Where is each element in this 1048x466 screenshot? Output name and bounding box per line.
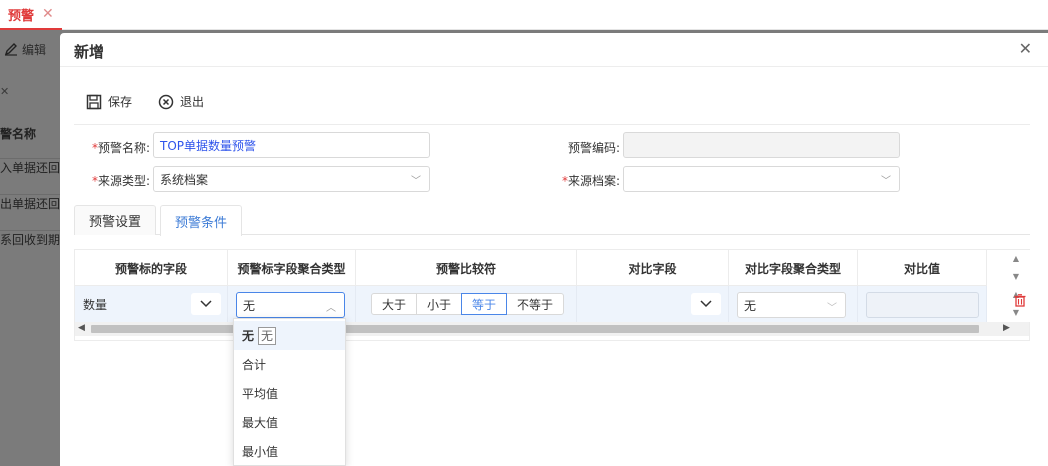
dialog-toolbar: 保存 退出 <box>86 93 204 110</box>
comparator-group: 大于 小于 等于 不等于 <box>371 293 565 315</box>
dialog-title: 新增 <box>74 43 105 61</box>
comparator-not-equal-button[interactable]: 不等于 <box>506 293 565 315</box>
comparator-equal-button[interactable]: 等于 <box>461 293 508 315</box>
exit-label: 退出 <box>180 95 205 109</box>
add-dialog: 新增 ✕ 保存 退出 *预警名称: TOP单据数量预警 预警编码: *来源类型:… <box>60 33 1048 466</box>
alert-name-value: TOP单据数量预警 <box>160 138 257 153</box>
dropdown-option[interactable]: 最小值 <box>234 437 345 466</box>
list-item: 出单据还回预 <box>0 194 60 212</box>
save-button[interactable]: 保存 <box>86 93 132 110</box>
agg-type-dropdown: 无 无 合计 平均值 最大值 最小值 <box>233 318 346 466</box>
save-label: 保存 <box>108 95 133 109</box>
agg-type-select[interactable]: 无 ︿ <box>236 292 345 318</box>
settings-tabs: 预警设置 预警条件 <box>74 205 1030 236</box>
vertical-scrollbar[interactable]: ▲ ▼ ▲ ▼ <box>1001 250 1031 322</box>
alert-code-label: 预警编码: <box>567 141 620 155</box>
agg-type-value: 无 <box>243 298 256 313</box>
dropdown-option[interactable]: 平均值 <box>234 379 345 408</box>
compare-agg-value: 无 <box>744 298 757 313</box>
close-icon: ✕ <box>0 85 10 98</box>
alert-name-label: *预警名称: <box>91 141 150 155</box>
source-archive-label: *来源档案: <box>561 174 620 188</box>
close-circle-icon <box>158 94 174 109</box>
tab-alert-label: 预警 <box>8 8 35 24</box>
compare-field-cell[interactable] <box>577 286 729 322</box>
trash-icon <box>1014 294 1026 307</box>
source-type-label: *来源类型: <box>91 174 150 188</box>
alert-code-input <box>623 132 900 158</box>
chevron-down-icon[interactable] <box>691 293 721 315</box>
column-header: 预警标字段聚合类型 <box>228 250 356 286</box>
compare-value-cell <box>858 286 987 322</box>
comparator-greater-button[interactable]: 大于 <box>371 293 418 315</box>
list-item: 入单据还回预 <box>0 158 60 176</box>
table-row: 数量 无 ︿ 大于 小于 等于 不等于 无 ﹀ <box>75 286 987 322</box>
close-icon[interactable]: ✕ <box>42 6 54 22</box>
pencil-icon <box>4 43 17 56</box>
column-header: 预警比较符 <box>356 250 577 286</box>
edit-label: 编辑 <box>22 42 47 57</box>
chevron-down-icon: ﹀ <box>881 176 891 187</box>
top-tab-strip: 预警 ✕ <box>0 0 1048 30</box>
conditions-grid: 预警标的字段 预警标字段聚合类型 预警比较符 对比字段 对比字段聚合类型 对比值… <box>74 249 1031 341</box>
edit-button: 编辑 <box>0 30 60 68</box>
divider <box>74 124 1030 125</box>
tab-alert[interactable]: 预警 ✕ <box>0 0 62 30</box>
list-item: 系回收到期预 <box>0 230 60 248</box>
compare-value-input[interactable] <box>866 292 979 318</box>
column-header: 对比字段 <box>577 250 729 286</box>
dropdown-option[interactable]: 无 无 <box>234 321 345 350</box>
scroll-down-icon[interactable]: ▼ <box>1001 272 1031 281</box>
dropdown-option[interactable]: 合计 <box>234 350 345 379</box>
scroll-right-icon[interactable]: ▶ <box>1003 323 1010 333</box>
dialog-header: 新增 ✕ <box>60 33 1048 67</box>
chevron-down-icon: ﹀ <box>827 303 837 314</box>
delete-row-button[interactable] <box>1014 294 1026 310</box>
column-header: 预警标的字段 <box>75 250 228 286</box>
source-archive-select[interactable]: ﹀ <box>623 166 900 192</box>
save-icon <box>86 94 102 109</box>
column-header: 对比值 <box>858 250 987 286</box>
chevron-down-icon: ﹀ <box>411 176 421 187</box>
chevron-down-icon[interactable] <box>191 293 221 315</box>
scroll-up-icon[interactable]: ▲ <box>1001 254 1031 263</box>
comparator-less-button[interactable]: 小于 <box>416 293 463 315</box>
tab-alert-conditions[interactable]: 预警条件 <box>160 205 243 236</box>
scrollbar-thumb[interactable] <box>91 325 979 333</box>
tooltip: 无 <box>258 326 277 345</box>
source-type-select[interactable]: 系统档案 ﹀ <box>153 166 430 192</box>
field-value: 数量 <box>83 298 108 312</box>
comparator-cell: 大于 小于 等于 不等于 <box>356 286 577 322</box>
grid-header: 预警标的字段 预警标字段聚合类型 预警比较符 对比字段 对比字段聚合类型 对比值 <box>75 250 987 286</box>
compare-agg-select[interactable]: 无 ﹀ <box>737 292 846 318</box>
exit-button[interactable]: 退出 <box>158 93 204 110</box>
column-header: 警名称 <box>0 127 37 141</box>
tab-alert-settings[interactable]: 预警设置 <box>74 205 157 235</box>
alert-name-input[interactable]: TOP单据数量预警 <box>153 132 430 158</box>
chevron-up-icon: ︿ <box>326 303 336 314</box>
field-cell[interactable]: 数量 <box>75 286 228 322</box>
horizontal-scrollbar[interactable]: ◀ ▶ <box>75 322 1029 336</box>
column-header: 对比字段聚合类型 <box>729 250 858 286</box>
scroll-left-icon[interactable]: ◀ <box>78 323 85 333</box>
dropdown-option[interactable]: 最大值 <box>234 408 345 437</box>
agg-type-cell: 无 ︿ <box>228 286 356 322</box>
source-type-value: 系统档案 <box>160 172 209 187</box>
close-icon[interactable]: ✕ <box>1019 39 1032 58</box>
compare-agg-cell: 无 ﹀ <box>729 286 858 322</box>
